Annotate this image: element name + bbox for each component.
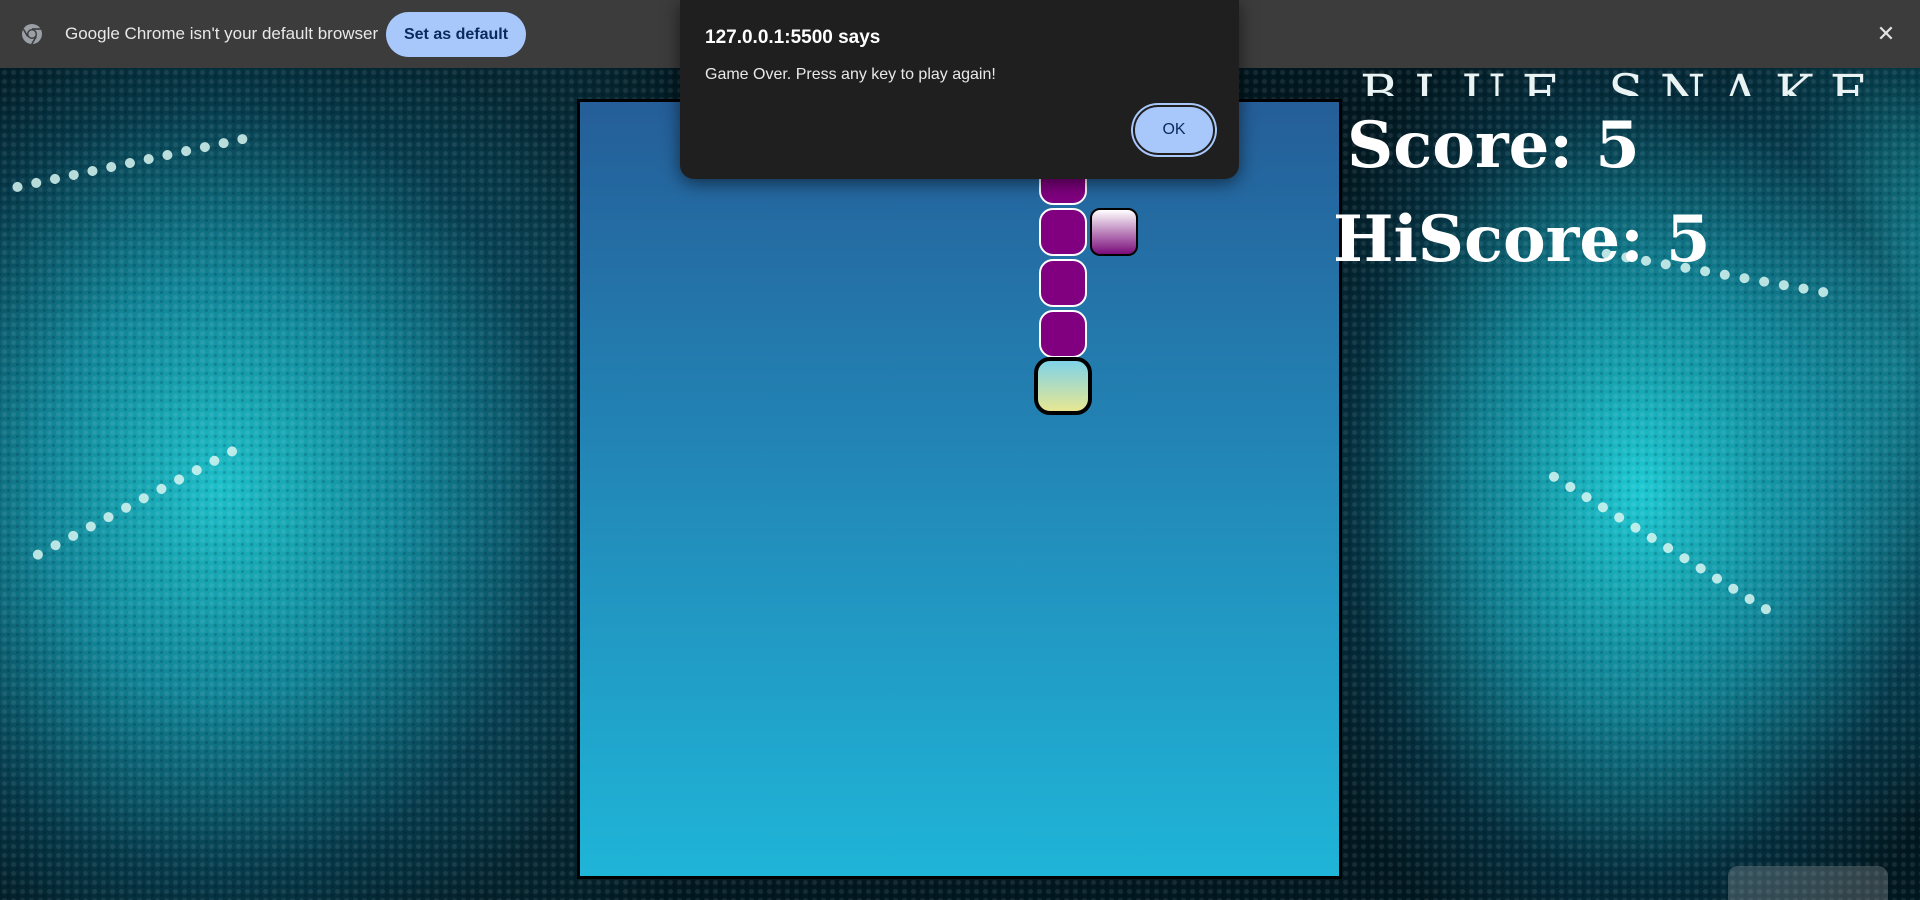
- score-display: Score: 5: [1347, 108, 1640, 183]
- ok-button[interactable]: OK: [1133, 105, 1215, 155]
- snake-body-segment: [1039, 259, 1087, 307]
- close-icon[interactable]: ✕: [1872, 20, 1900, 48]
- snake-body-segment: [1039, 310, 1087, 358]
- dialog-title: 127.0.0.1:5500 says: [705, 27, 881, 48]
- snake-food: [1090, 208, 1138, 256]
- game-board[interactable]: [577, 99, 1342, 879]
- snake-body-segment: [1039, 208, 1087, 256]
- alert-dialog: 127.0.0.1:5500 says Game Over. Press any…: [680, 0, 1239, 179]
- hiscore-display: HiScore: 5: [1333, 202, 1711, 277]
- game-title: BLUE SNAKE: [1360, 65, 1884, 96]
- watermark-logo: [1728, 866, 1888, 900]
- infobar-message: Google Chrome isn't your default browser: [65, 24, 379, 43]
- set-as-default-button[interactable]: Set as default: [386, 12, 526, 57]
- chrome-icon: [22, 24, 42, 45]
- snake-head: [1034, 357, 1092, 415]
- dialog-message: Game Over. Press any key to play again!: [705, 66, 996, 83]
